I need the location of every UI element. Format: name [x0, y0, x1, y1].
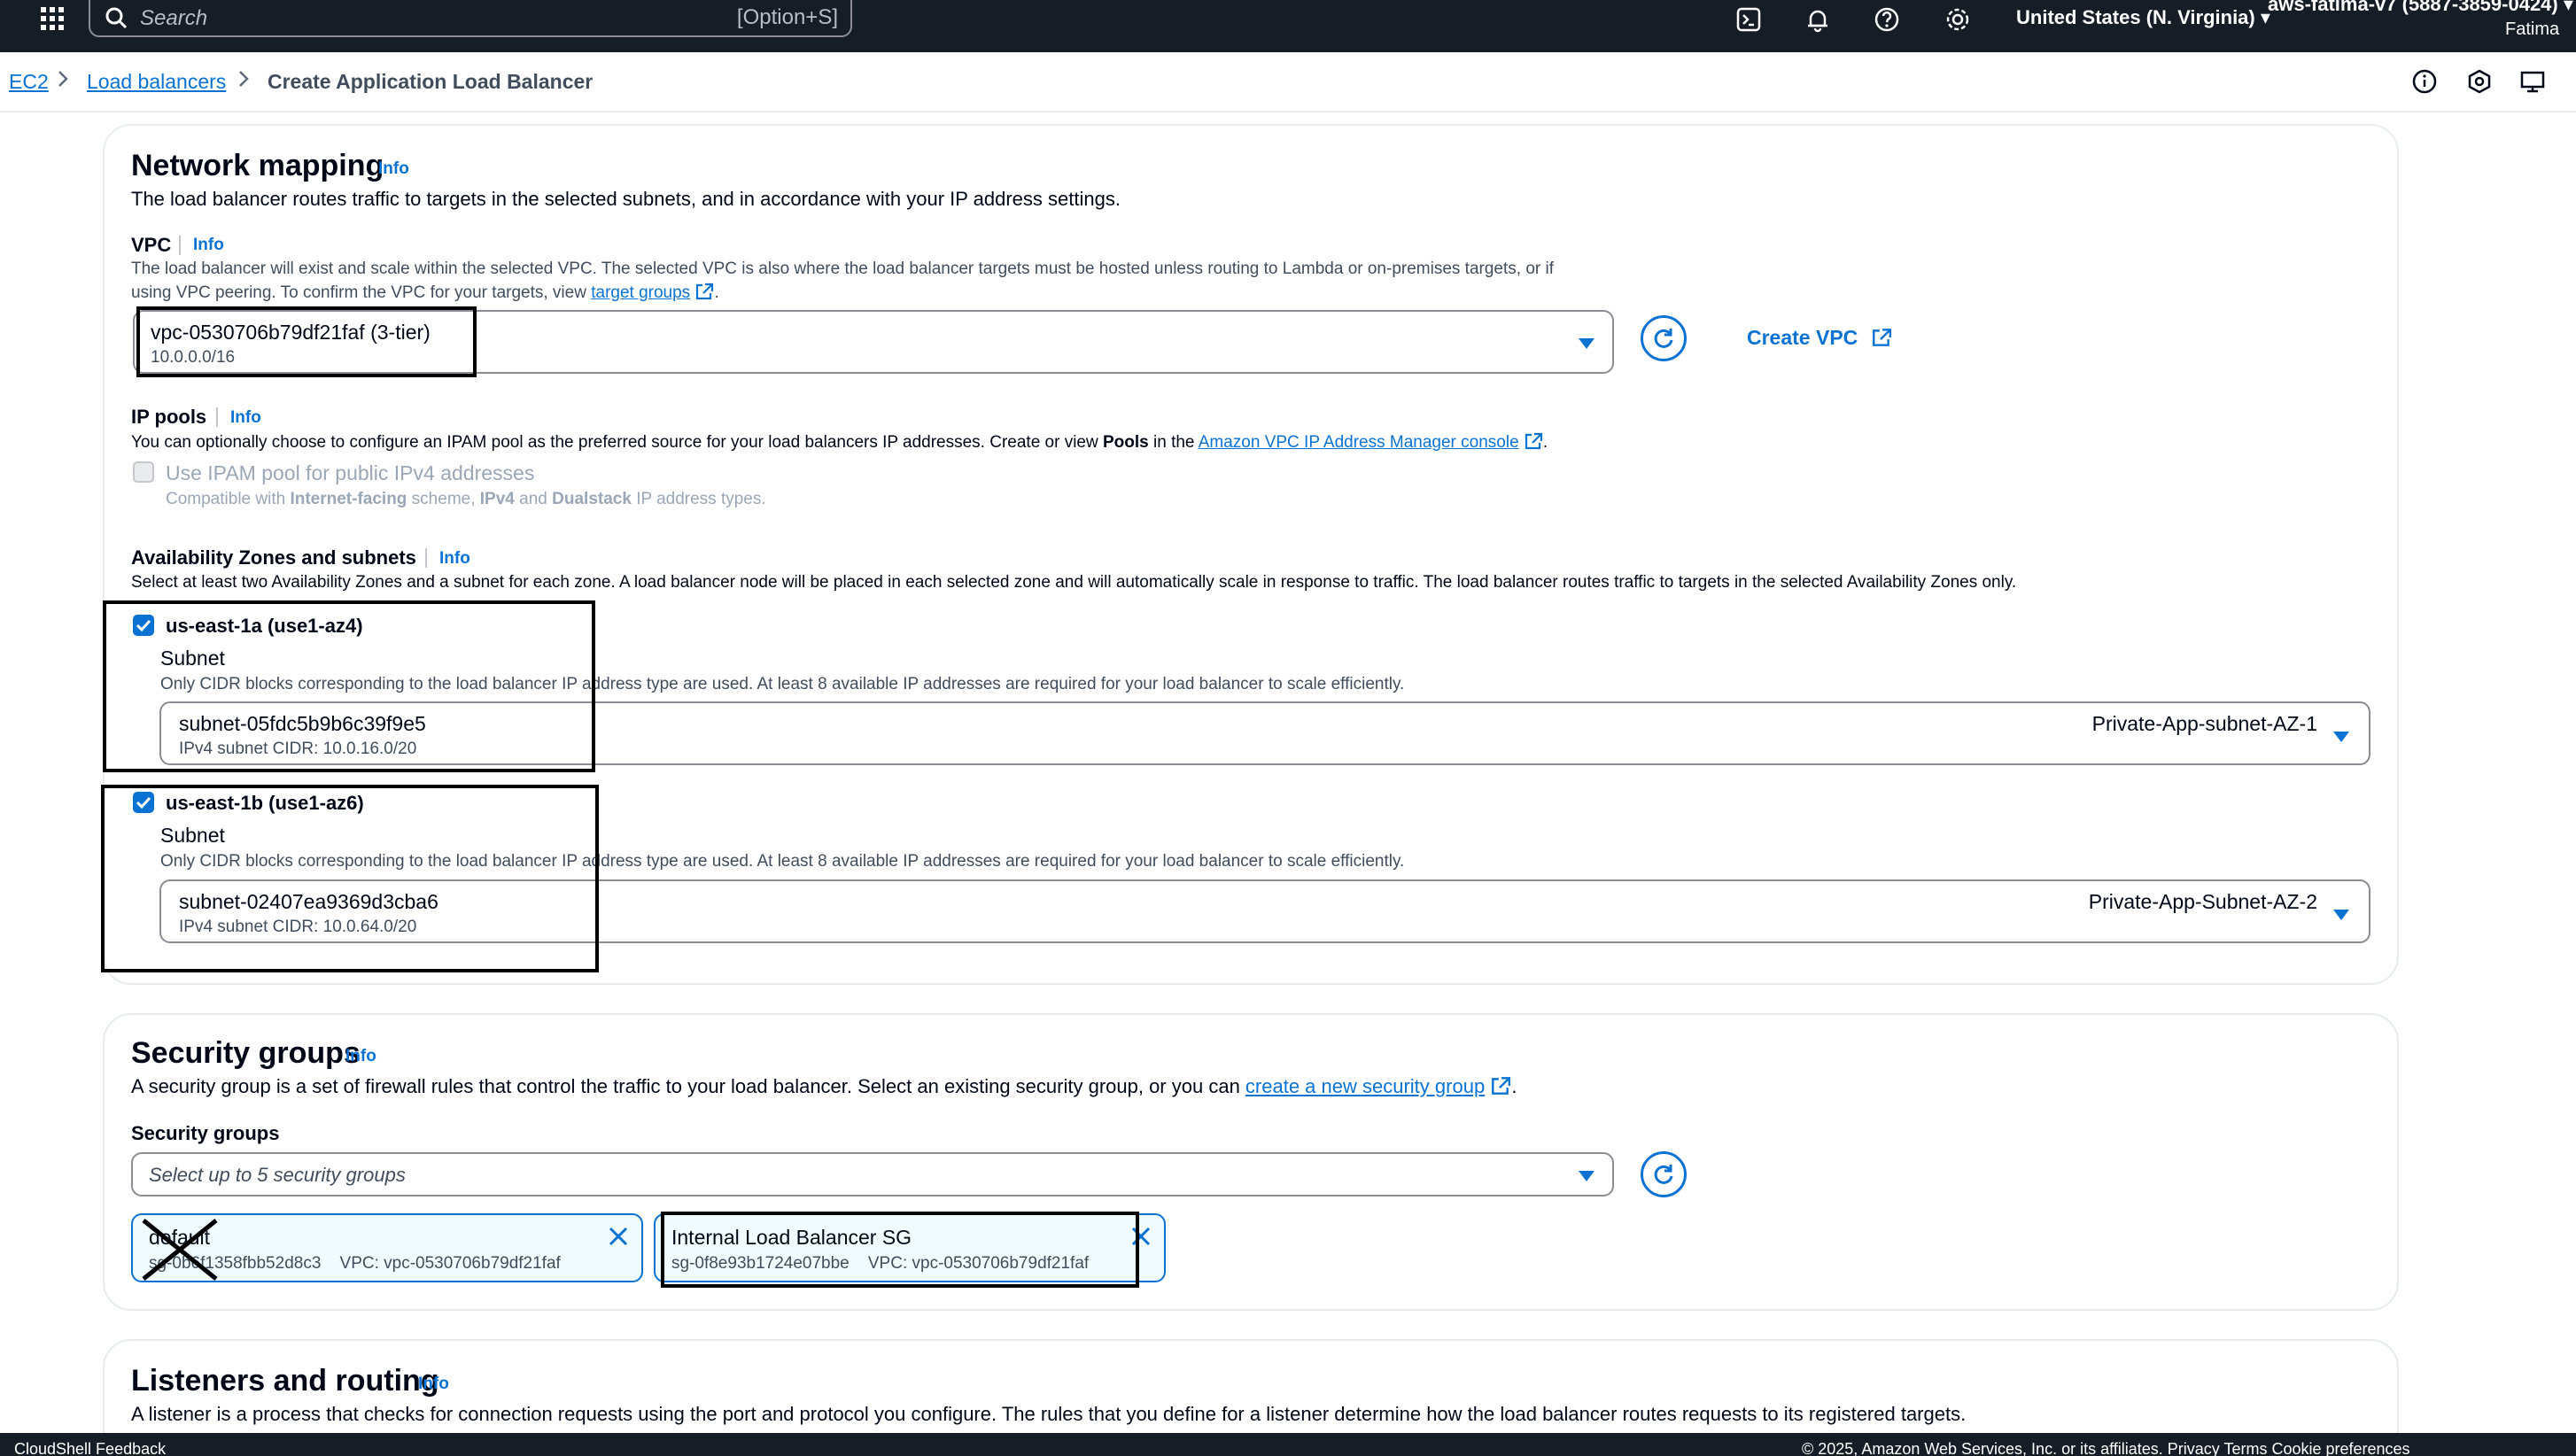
network-mapping-title: Network mapping — [131, 149, 384, 182]
compat-text: scheme, — [407, 490, 480, 508]
ipam-pool-checkbox[interactable] — [133, 461, 154, 483]
apps-grid-icon[interactable] — [39, 5, 66, 32]
ip-pools-help: You can optionally choose to configure a… — [131, 432, 1548, 453]
security-groups-placeholder: Select up to 5 security groups — [149, 1164, 406, 1186]
divider — [179, 236, 181, 255]
ipam-pool-checkbox-label: Use IPAM pool for public IPv4 addresses — [166, 461, 535, 484]
chevron-right-icon — [58, 71, 68, 87]
close-icon[interactable] — [606, 1224, 631, 1249]
security-groups-select[interactable]: Select up to 5 security groups — [131, 1152, 1614, 1197]
help-icon[interactable] — [1873, 5, 1901, 34]
listeners-info-link[interactable]: Info — [418, 1375, 449, 1394]
network-mapping-description: The load balancer routes traffic to targ… — [131, 188, 1121, 210]
account-menu[interactable]: aws-fatima-v7 (5887-3859-0424) ▾ — [2268, 0, 2573, 16]
compat-text: Compatible with — [166, 490, 291, 508]
region-selector[interactable]: United States (N. Virginia) ▾ — [2016, 6, 2270, 29]
ip-pools-label: IP pools — [131, 406, 207, 428]
compat-bold: IPv4 — [479, 490, 515, 508]
divider — [425, 548, 427, 568]
ipam-console-link[interactable]: Amazon VPC IP Address Manager console — [1199, 433, 1519, 452]
external-link-icon — [1492, 1077, 1511, 1095]
chevron-right-icon — [239, 71, 249, 87]
security-groups-description: A security group is a set of firewall ru… — [131, 1075, 1517, 1098]
gear-icon[interactable] — [1944, 5, 1972, 34]
refresh-icon — [1654, 329, 1673, 348]
vpc-help-line2: using VPC peering. To confirm the VPC fo… — [131, 283, 719, 303]
footer-right: © 2025, Amazon Web Services, Inc. or its… — [1802, 1440, 2410, 1456]
vpc-label: VPC — [131, 234, 172, 256]
vpc-help-text: using VPC peering. To confirm the VPC fo… — [131, 283, 592, 302]
az-label: Availability Zones and subnets — [131, 546, 416, 569]
caret-down-icon — [2333, 732, 2349, 742]
vpc-help-line1: The load balancer will exist and scale w… — [131, 259, 1555, 278]
compat-bold: Dualstack — [552, 490, 632, 508]
external-link-icon — [1872, 329, 1891, 346]
network-mapping-info-link[interactable]: Info — [378, 159, 409, 179]
annotation-box — [136, 306, 477, 377]
security-groups-refresh-button[interactable] — [1641, 1151, 1687, 1197]
create-vpc-label: Create VPC — [1747, 326, 1858, 349]
ip-pools-help-mid: in the — [1148, 433, 1199, 452]
ip-pools-help-text: You can optionally choose to configure a… — [131, 433, 1103, 452]
annotation-box — [101, 785, 599, 972]
caret-down-icon — [2333, 910, 2349, 920]
strike-x-mark — [142, 1219, 218, 1281]
subnet-name: Private-App-subnet-AZ-1 — [2091, 712, 2317, 735]
divider — [216, 407, 218, 427]
ipam-compat-text: Compatible with Internet-facing scheme, … — [166, 490, 766, 509]
pools-bold: Pools — [1103, 433, 1149, 452]
search-icon — [105, 7, 128, 29]
breadcrumb-ec2[interactable]: EC2 — [9, 70, 49, 94]
annotation-box — [103, 600, 595, 772]
footer-left[interactable]: CloudShell Feedback — [14, 1440, 166, 1456]
security-groups-title: Security groups — [131, 1036, 361, 1070]
vpc-info-link[interactable]: Info — [193, 236, 224, 255]
az-help: Select at least two Availability Zones a… — [131, 573, 2017, 592]
security-groups-field-label: Security groups — [131, 1122, 280, 1144]
compat-text: and — [514, 490, 553, 508]
token-vpc: VPC: vpc-0530706b79df21faf — [339, 1254, 561, 1273]
breadcrumb-current: Create Application Load Balancer — [268, 70, 594, 93]
target-groups-link[interactable]: target groups — [591, 283, 690, 302]
chevron-down-icon: ▾ — [2563, 0, 2573, 15]
refresh-icon — [1654, 1165, 1673, 1184]
search-placeholder: Search — [140, 6, 208, 30]
account-label: aws-fatima-v7 (5887-3859-0424) — [2268, 0, 2558, 15]
bell-icon[interactable] — [1804, 5, 1832, 34]
settings-hex-icon[interactable] — [2466, 68, 2493, 95]
subnet-name: Private-App-Subnet-AZ-2 — [2088, 890, 2317, 913]
info-circle-icon[interactable] — [2411, 68, 2438, 95]
caret-down-icon — [1579, 338, 1594, 349]
breadcrumb: EC2 Load balancers Create Application Lo… — [0, 52, 2576, 112]
top-navigation: Search [Option+S] United States (N. Virg… — [0, 0, 2576, 52]
footer: CloudShell Feedback © 2025, Amazon Web S… — [0, 1433, 2576, 1456]
breadcrumb-load-balancers[interactable]: Load balancers — [87, 70, 226, 94]
search-shortcut: [Option+S] — [736, 5, 838, 29]
display-preferences-icon[interactable] — [2519, 68, 2546, 95]
external-link-icon — [696, 283, 714, 300]
username: Fatima — [2505, 19, 2560, 39]
vpc-refresh-button[interactable] — [1641, 315, 1687, 361]
ip-pools-help-end: . — [1542, 433, 1548, 452]
region-label: United States (N. Virginia) — [2016, 6, 2255, 28]
az-info-link[interactable]: Info — [439, 549, 470, 569]
listeners-description: A listener is a process that checks for … — [131, 1403, 1967, 1425]
ip-pools-info-link[interactable]: Info — [230, 408, 261, 428]
compat-text: IP address types. — [631, 490, 766, 508]
search-input[interactable]: Search [Option+S] — [89, 0, 852, 37]
compat-bold: Internet-facing — [290, 490, 407, 508]
sg-desc-end: . — [1511, 1075, 1517, 1097]
external-link-icon — [1525, 432, 1543, 450]
create-vpc-link[interactable]: Create VPC — [1747, 326, 1892, 350]
cloudshell-icon[interactable] — [1734, 5, 1763, 34]
create-security-group-link[interactable]: create a new security group — [1245, 1075, 1485, 1097]
sg-desc-text: A security group is a set of firewall ru… — [131, 1075, 1245, 1097]
listeners-title: Listeners and routing — [131, 1364, 439, 1398]
security-groups-info-link[interactable]: Info — [345, 1047, 376, 1066]
annotation-box — [661, 1212, 1139, 1288]
vpc-help-end: . — [714, 283, 719, 302]
caret-down-icon — [1579, 1171, 1594, 1181]
